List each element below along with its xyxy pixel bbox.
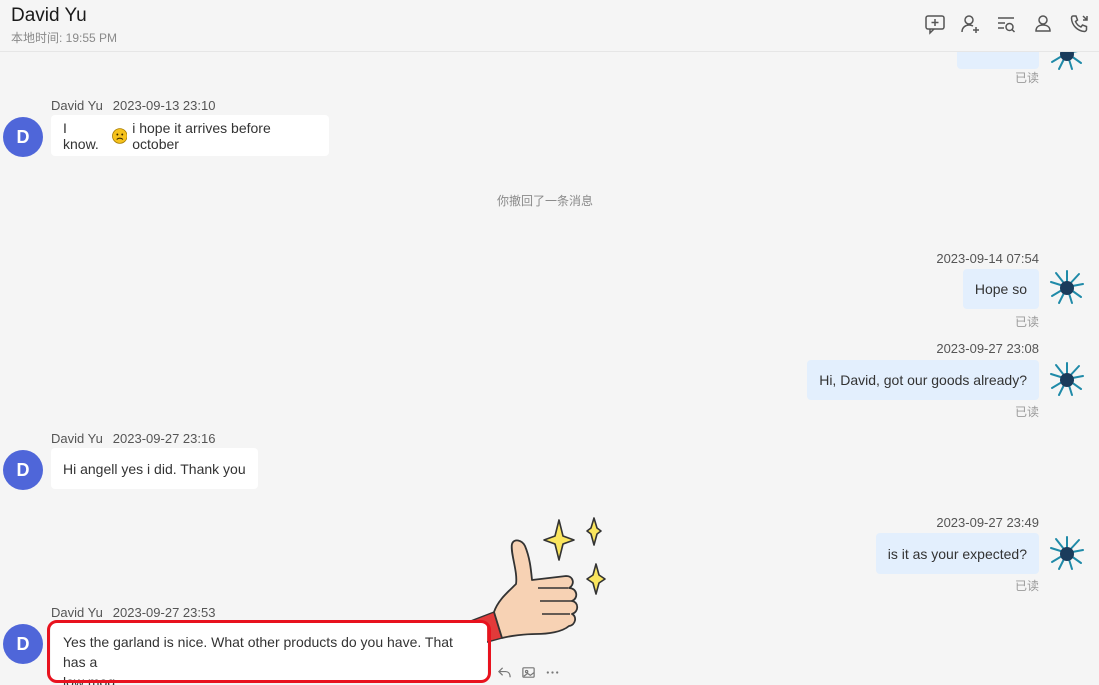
incoming-message-bubble[interactable]: Hi angell yes i did. Thank you bbox=[51, 448, 258, 489]
outgoing-message-bubble[interactable]: Hi, David, got our goods already? bbox=[807, 360, 1039, 400]
message-text: I know. bbox=[63, 119, 99, 152]
message-timestamp: 2023-09-27 23:53 bbox=[112, 605, 216, 620]
message-timestamp: 2023-09-27 23:08 bbox=[936, 341, 1039, 356]
message-timestamp: 2023-09-14 07:54 bbox=[936, 251, 1039, 266]
contact-avatar[interactable]: D bbox=[3, 117, 43, 157]
contact-name: David Yu bbox=[11, 5, 87, 26]
incoming-message-bubble[interactable]: I know. i hope it arrives before october bbox=[51, 115, 329, 156]
message-text: Hope so bbox=[974, 281, 1027, 297]
message-meta: David Yu 2023-09-27 23:53 bbox=[51, 605, 215, 620]
contact-avatar[interactable]: D bbox=[3, 624, 43, 664]
message-timestamp: 2023-09-27 23:49 bbox=[936, 515, 1039, 530]
message-meta: David Yu 2023-09-27 23:16 bbox=[51, 431, 215, 446]
search-history-icon[interactable] bbox=[995, 13, 1017, 35]
my-avatar[interactable] bbox=[1048, 360, 1086, 398]
message-text: Hi angell yes i did. Thank you bbox=[63, 460, 246, 477]
more-icon[interactable] bbox=[544, 664, 560, 680]
recall-notice: 你撤回了一条消息 bbox=[496, 194, 593, 208]
read-receipt: 已读 bbox=[1014, 315, 1039, 329]
contact-avatar[interactable]: D bbox=[3, 450, 43, 490]
user-settings-icon[interactable] bbox=[1032, 13, 1054, 35]
outgoing-message-bubble[interactable]: Hope so bbox=[962, 269, 1039, 309]
my-avatar[interactable] bbox=[1048, 268, 1086, 306]
frown-face-icon bbox=[111, 127, 128, 144]
message-text: Hi, David, got our goods already? bbox=[819, 372, 1027, 388]
message-text: i hope it arrives before october bbox=[132, 119, 271, 152]
message-text: is it as your expected? bbox=[887, 545, 1027, 562]
message-meta: David Yu 2023-09-13 23:10 bbox=[51, 98, 215, 113]
chat-header: David Yu 本地时间: 19:55 PM bbox=[0, 0, 1099, 52]
call-icon[interactable] bbox=[1068, 13, 1090, 35]
read-receipt: 已读 bbox=[1014, 71, 1039, 85]
add-contact-icon[interactable] bbox=[959, 13, 981, 35]
image-icon[interactable] bbox=[520, 664, 536, 680]
highlight-box bbox=[47, 620, 491, 683]
message-timestamp: 2023-09-27 23:16 bbox=[112, 431, 216, 446]
read-receipt: 已读 bbox=[1014, 405, 1039, 419]
message-timestamp: 2023-09-13 23:10 bbox=[112, 98, 216, 113]
reply-icon[interactable] bbox=[496, 664, 512, 680]
outgoing-message-bubble[interactable]: is it as your expected? bbox=[875, 533, 1039, 574]
add-message-icon[interactable] bbox=[924, 13, 946, 35]
message-actions bbox=[496, 664, 560, 680]
read-receipt: 已读 bbox=[1014, 579, 1039, 593]
sender-name: David Yu bbox=[51, 98, 103, 113]
sender-name: David Yu bbox=[51, 605, 103, 620]
local-time: 本地时间: 19:55 PM bbox=[11, 31, 118, 45]
my-avatar[interactable] bbox=[1048, 534, 1086, 572]
sender-name: David Yu bbox=[51, 431, 103, 446]
